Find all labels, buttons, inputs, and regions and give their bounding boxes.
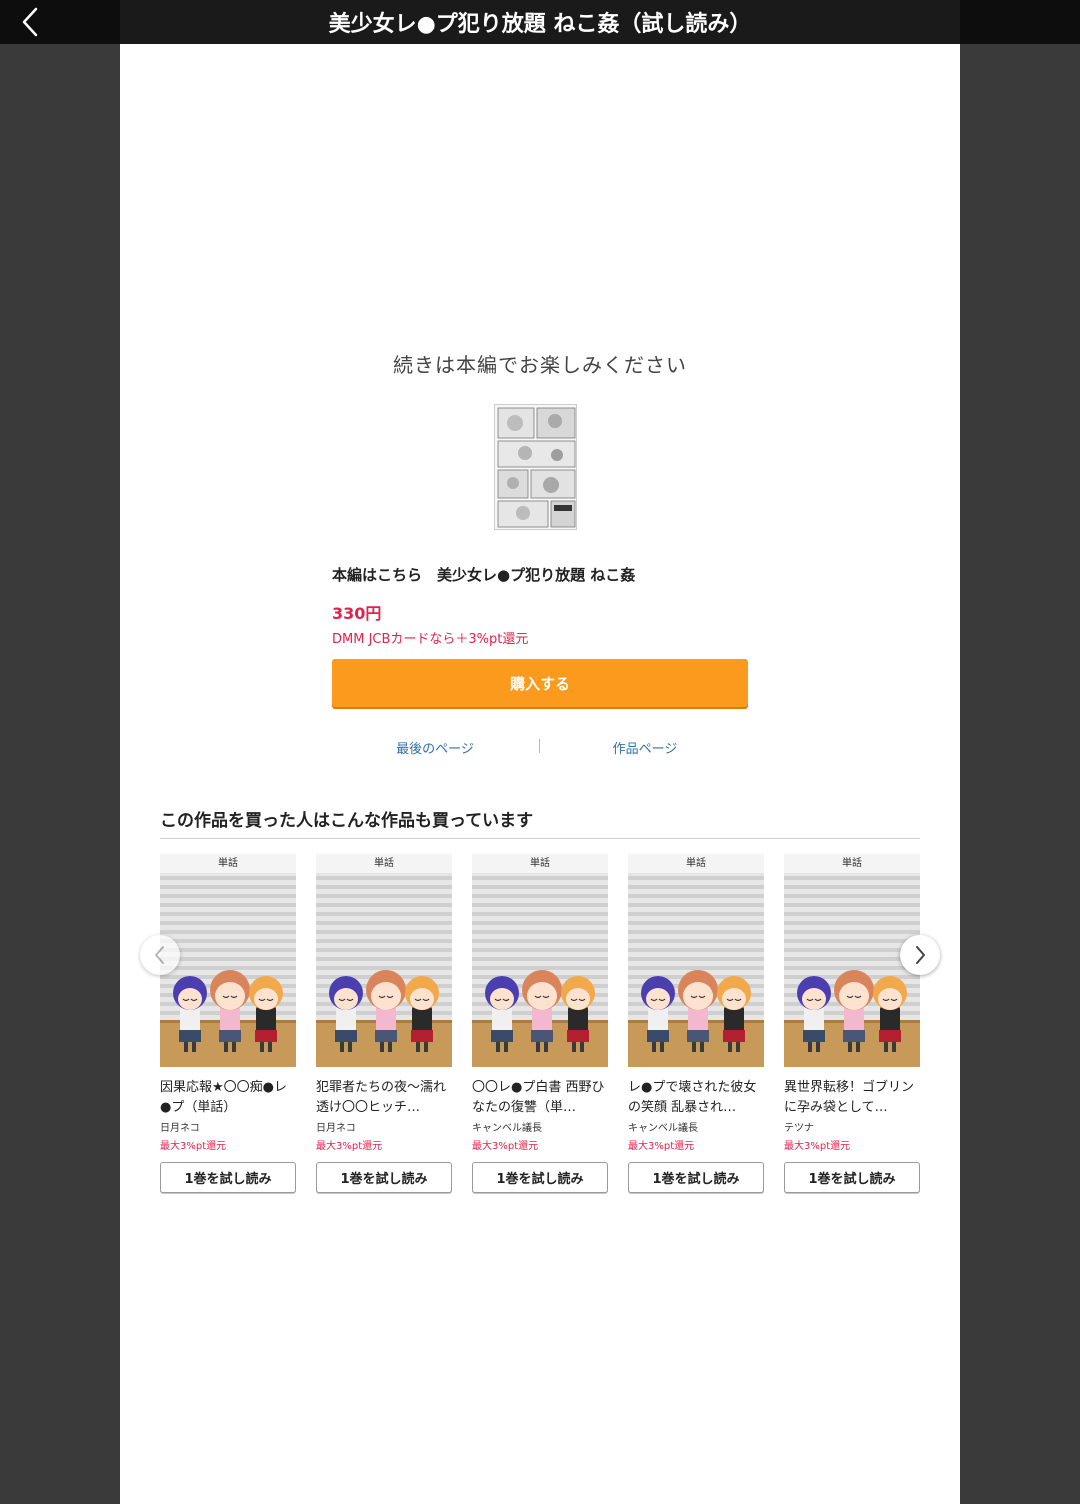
- card-point-note: 最大3%pt還元: [784, 1141, 851, 1152]
- recommendation-card[interactable]: 単話レ●プで壊された彼女の笑顔 乱暴され… キャンベル議長最大3%pt還元 1巻を試…: [628, 854, 764, 1193]
- trial-read-button[interactable]: 1巻を試し読み: [784, 1162, 920, 1193]
- trial-end-panel: 続きは本編でお楽しみください 本編はこちら 美少女レ●プ犯り放題 ねこ姦 330…: [120, 44, 960, 1504]
- card-author[interactable]: テツナ: [784, 1120, 920, 1138]
- trial-read-button[interactable]: 1巻を試し読み: [316, 1162, 452, 1193]
- card-title[interactable]: 異世界転移！ゴブリンに孕み袋として…: [784, 1078, 920, 1118]
- card-title[interactable]: 因果応報★〇〇痴●レ●プ（単話）: [160, 1078, 296, 1118]
- page-title: 美少女レ●プ犯り放題 ねこ姦（試し読み）: [120, 0, 960, 44]
- chevron-right-icon: [916, 946, 925, 964]
- last-page-link[interactable]: 最後のページ: [350, 738, 520, 757]
- card-author[interactable]: 日月ネコ: [160, 1120, 296, 1138]
- card-author[interactable]: 日月ネコ: [316, 1120, 452, 1138]
- trial-read-button[interactable]: 1巻を試し読み: [628, 1162, 764, 1193]
- card-title[interactable]: 犯罪者たちの夜〜濡れ透け〇〇ヒッチ…: [316, 1078, 452, 1118]
- card-cover-image[interactable]: 単話: [628, 854, 764, 1067]
- carousel-next-button[interactable]: [900, 935, 940, 975]
- continue-message: 続きは本編でお楽しみください: [393, 353, 687, 377]
- point-campaign-note: DMM JCBカードなら＋3%pt還元: [332, 632, 529, 647]
- card-point-note: 最大3%pt還元: [472, 1141, 539, 1152]
- card-author[interactable]: キャンベル議長: [628, 1120, 764, 1138]
- card-type-tag: 単話: [160, 854, 296, 874]
- back-button[interactable]: [8, 4, 52, 40]
- book-cover-thumbnail[interactable]: [494, 404, 577, 530]
- recommendation-card[interactable]: 単話異世界転移！ゴブリンに孕み袋として… テツナ最大3%pt還元 1巻を試し読み: [784, 854, 920, 1193]
- card-point-note: 最大3%pt還元: [316, 1141, 383, 1152]
- manga-page-illustration: [495, 405, 576, 529]
- card-cover-image[interactable]: 単話: [160, 854, 296, 1067]
- card-cover-image[interactable]: 単話: [784, 854, 920, 1067]
- trial-read-button[interactable]: 1巻を試し読み: [160, 1162, 296, 1193]
- carousel-prev-button[interactable]: [140, 935, 180, 975]
- card-type-tag: 単話: [628, 854, 764, 874]
- work-page-link[interactable]: 作品ページ: [560, 738, 730, 757]
- card-author[interactable]: キャンベル議長: [472, 1120, 608, 1138]
- price: 330円: [332, 604, 382, 623]
- recommendation-card[interactable]: 単話犯罪者たちの夜〜濡れ透け〇〇ヒッチ… 日月ネコ最大3%pt還元 1巻を試し読み: [316, 854, 452, 1193]
- chevron-left-icon: [22, 7, 38, 37]
- card-type-tag: 単話: [472, 854, 608, 874]
- trial-read-button[interactable]: 1巻を試し読み: [472, 1162, 608, 1193]
- recommendation-card[interactable]: 単話〇〇レ●プ白書 西野ひなたの復讐（単… キャンベル議長最大3%pt還元 1巻を試…: [472, 854, 608, 1193]
- card-point-note: 最大3%pt還元: [628, 1141, 695, 1152]
- recommendation-carousel: 単話 因果応報★〇〇痴●レ●プ（単話） 日月ネコ 最大3%pt還元 1巻を試し読み 単話犯…: [160, 854, 920, 1204]
- buy-button[interactable]: 購入する: [332, 659, 748, 707]
- chevron-left-icon: [155, 946, 164, 964]
- section-divider: [160, 838, 920, 839]
- card-cover-image[interactable]: 単話: [316, 854, 452, 1067]
- recommendations-heading: この作品を買った人はこんな作品も買っています: [160, 811, 534, 831]
- card-type-tag: 単話: [784, 854, 920, 874]
- card-type-tag: 単話: [316, 854, 452, 874]
- card-point-note: 最大3%pt還元: [160, 1141, 227, 1152]
- card-title[interactable]: レ●プで壊された彼女の笑顔 乱暴され…: [628, 1078, 764, 1118]
- card-cover-image[interactable]: 単話: [472, 854, 608, 1067]
- link-divider: [539, 739, 540, 753]
- card-title[interactable]: 〇〇レ●プ白書 西野ひなたの復讐（単…: [472, 1078, 608, 1118]
- book-title: 本編はこちら 美少女レ●プ犯り放題 ねこ姦: [332, 566, 636, 584]
- recommendation-card[interactable]: 単話因果応報★〇〇痴●レ●プ（単話） 日月ネコ最大3%pt還元 1巻を試し読み: [160, 854, 296, 1193]
